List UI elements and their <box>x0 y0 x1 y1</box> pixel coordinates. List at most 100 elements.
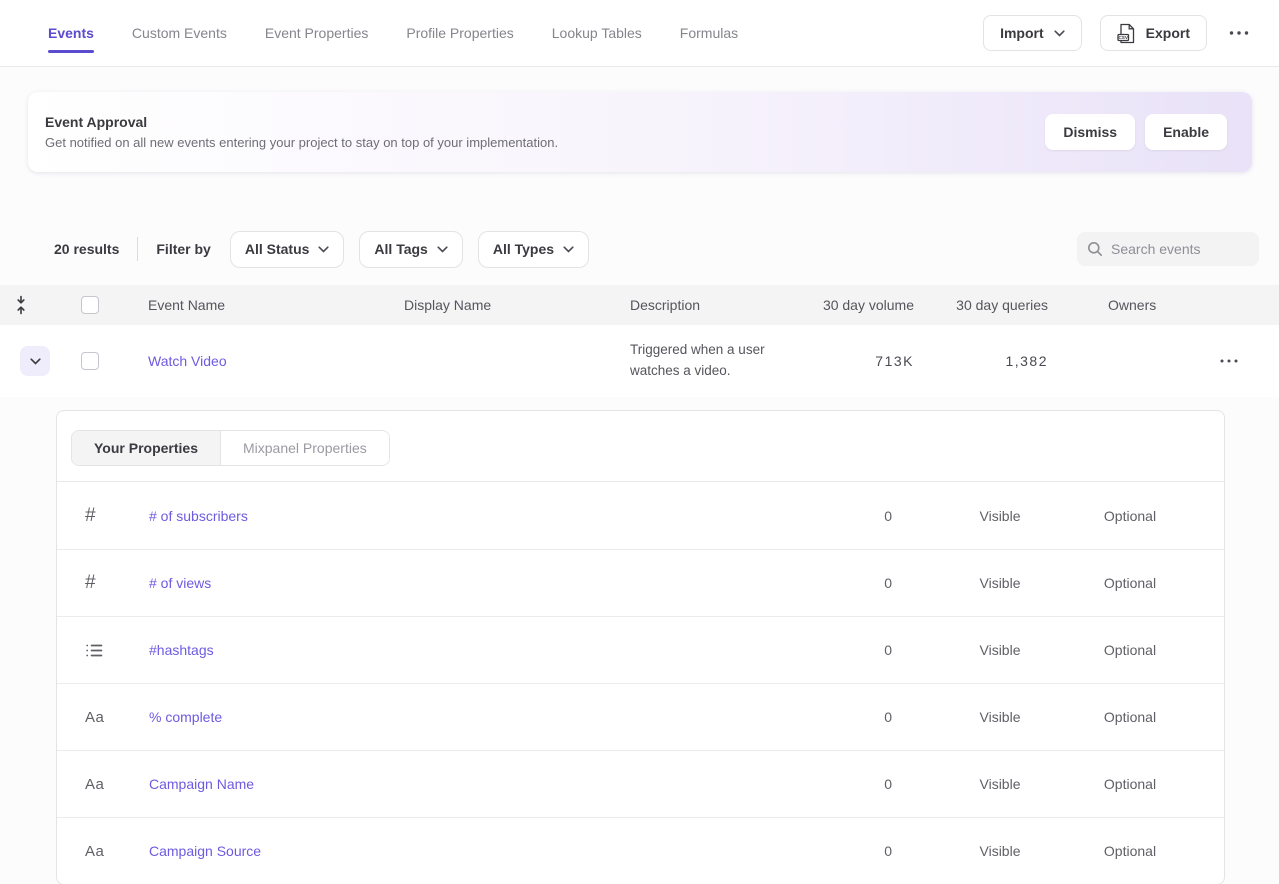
filter-row: 20 results Filter by All Status All Tags… <box>0 230 1279 268</box>
property-count: 0 <box>800 575 940 591</box>
property-name-link[interactable]: #hashtags <box>149 642 214 658</box>
property-visibility: Visible <box>940 776 1060 792</box>
top-nav: Events Custom Events Event Properties Pr… <box>0 0 1279 67</box>
text-icon: Aa <box>85 776 149 793</box>
tags-filter-dropdown[interactable]: All Tags <box>359 231 462 268</box>
description-cell: Triggered when a user watches a video. <box>630 340 820 382</box>
tab-your-properties[interactable]: Your Properties <box>72 431 221 465</box>
status-filter-label: All Status <box>245 241 310 257</box>
tab-profile-properties[interactable]: Profile Properties <box>406 25 513 41</box>
property-row: Aa Campaign Name 0 Visible Optional <box>57 750 1224 817</box>
property-count: 0 <box>800 508 940 524</box>
chevron-down-icon <box>30 358 41 365</box>
property-requirement: Optional <box>1060 776 1200 792</box>
property-row: # # of subscribers 0 Visible Optional <box>57 482 1224 549</box>
property-name-link[interactable]: # of subscribers <box>149 508 248 524</box>
export-button[interactable]: CSV Export <box>1100 15 1207 51</box>
property-requirement: Optional <box>1060 843 1200 859</box>
results-count: 20 results <box>54 241 119 257</box>
property-requirement: Optional <box>1060 642 1200 658</box>
tab-formulas[interactable]: Formulas <box>680 25 738 41</box>
enable-button[interactable]: Enable <box>1145 114 1227 150</box>
chevron-down-icon <box>437 246 448 253</box>
properties-tab-control: Your Properties Mixpanel Properties <box>71 430 390 466</box>
list-icon <box>85 642 149 659</box>
property-row: Aa Campaign Source 0 Visible Optional <box>57 817 1224 884</box>
more-options-button[interactable] <box>1225 31 1253 35</box>
tab-mixpanel-properties[interactable]: Mixpanel Properties <box>221 431 389 465</box>
chevron-down-icon <box>318 246 329 253</box>
types-filter-dropdown[interactable]: All Types <box>478 231 589 268</box>
properties-card: Your Properties Mixpanel Properties # # … <box>56 410 1225 884</box>
volume-cell: 713K <box>820 353 920 369</box>
row-checkbox[interactable] <box>81 352 99 370</box>
number-icon: # <box>85 505 149 527</box>
text-icon: Aa <box>85 709 149 726</box>
chevron-down-icon <box>563 246 574 253</box>
events-table-header: Event Name Display Name Description 30 d… <box>0 285 1279 325</box>
types-filter-label: All Types <box>493 241 554 257</box>
table-row-watch-video: Watch Video Triggered when a user watche… <box>0 325 1279 397</box>
ellipsis-icon <box>1229 31 1249 35</box>
export-button-label: Export <box>1146 25 1190 41</box>
search-input[interactable] <box>1111 241 1249 257</box>
text-icon: Aa <box>85 843 149 860</box>
col-header-owners[interactable]: Owners <box>1062 297 1190 313</box>
chevron-down-icon <box>1054 30 1065 37</box>
vertical-divider <box>137 237 138 261</box>
number-icon: # <box>85 572 149 594</box>
property-count: 0 <box>800 709 940 725</box>
property-visibility: Visible <box>940 508 1060 524</box>
import-button-label: Import <box>1000 25 1044 41</box>
property-name-link[interactable]: Campaign Name <box>149 776 254 792</box>
event-approval-banner: Event Approval Get notified on all new e… <box>28 92 1252 172</box>
tab-custom-events[interactable]: Custom Events <box>132 25 227 41</box>
property-row: # # of views 0 Visible Optional <box>57 549 1224 616</box>
event-name-link[interactable]: Watch Video <box>148 353 227 369</box>
queries-cell: 1,382 <box>920 353 1062 369</box>
banner-text: Event Approval Get notified on all new e… <box>45 114 1045 150</box>
property-visibility: Visible <box>940 642 1060 658</box>
col-header-30-day-queries[interactable]: 30 day queries <box>920 297 1062 313</box>
property-visibility: Visible <box>940 575 1060 591</box>
ellipsis-icon <box>1220 359 1238 363</box>
property-requirement: Optional <box>1060 575 1200 591</box>
dismiss-button[interactable]: Dismiss <box>1045 114 1135 150</box>
col-header-30-day-volume[interactable]: 30 day volume <box>820 297 920 313</box>
nav-tabs: Events Custom Events Event Properties Pr… <box>48 25 983 41</box>
select-all-checkbox[interactable] <box>81 296 99 314</box>
tab-lookup-tables[interactable]: Lookup Tables <box>552 25 642 41</box>
property-visibility: Visible <box>940 709 1060 725</box>
property-row: Aa % complete 0 Visible Optional <box>57 683 1224 750</box>
search-box <box>1077 232 1259 266</box>
banner-title: Event Approval <box>45 114 1045 130</box>
col-header-description[interactable]: Description <box>630 297 820 313</box>
property-name-link[interactable]: Campaign Source <box>149 843 261 859</box>
collapse-row-button[interactable] <box>20 346 50 376</box>
nav-actions: Import CSV Export <box>983 15 1253 51</box>
tab-events[interactable]: Events <box>48 25 94 41</box>
tab-event-properties[interactable]: Event Properties <box>265 25 369 41</box>
row-more-options-button[interactable] <box>1216 359 1242 363</box>
property-requirement: Optional <box>1060 508 1200 524</box>
banner-subtitle: Get notified on all new events entering … <box>45 135 1045 150</box>
property-name-link[interactable]: % complete <box>149 709 222 725</box>
collapse-all-icon[interactable] <box>14 295 28 315</box>
csv-file-icon: CSV <box>1117 23 1136 44</box>
import-button[interactable]: Import <box>983 15 1082 51</box>
property-count: 0 <box>800 843 940 859</box>
properties-tabs-bar: Your Properties Mixpanel Properties <box>57 411 1224 482</box>
search-icon <box>1087 241 1103 257</box>
property-requirement: Optional <box>1060 709 1200 725</box>
property-visibility: Visible <box>940 843 1060 859</box>
property-name-link[interactable]: # of views <box>149 575 211 591</box>
svg-text:CSV: CSV <box>1118 35 1128 40</box>
status-filter-dropdown[interactable]: All Status <box>230 231 345 268</box>
banner-actions: Dismiss Enable <box>1045 114 1227 150</box>
col-header-display-name[interactable]: Display Name <box>404 297 630 313</box>
properties-list: # # of subscribers 0 Visible Optional # … <box>57 482 1224 884</box>
col-header-event-name[interactable]: Event Name <box>148 297 404 313</box>
property-count: 0 <box>800 776 940 792</box>
tags-filter-label: All Tags <box>374 241 427 257</box>
property-count: 0 <box>800 642 940 658</box>
